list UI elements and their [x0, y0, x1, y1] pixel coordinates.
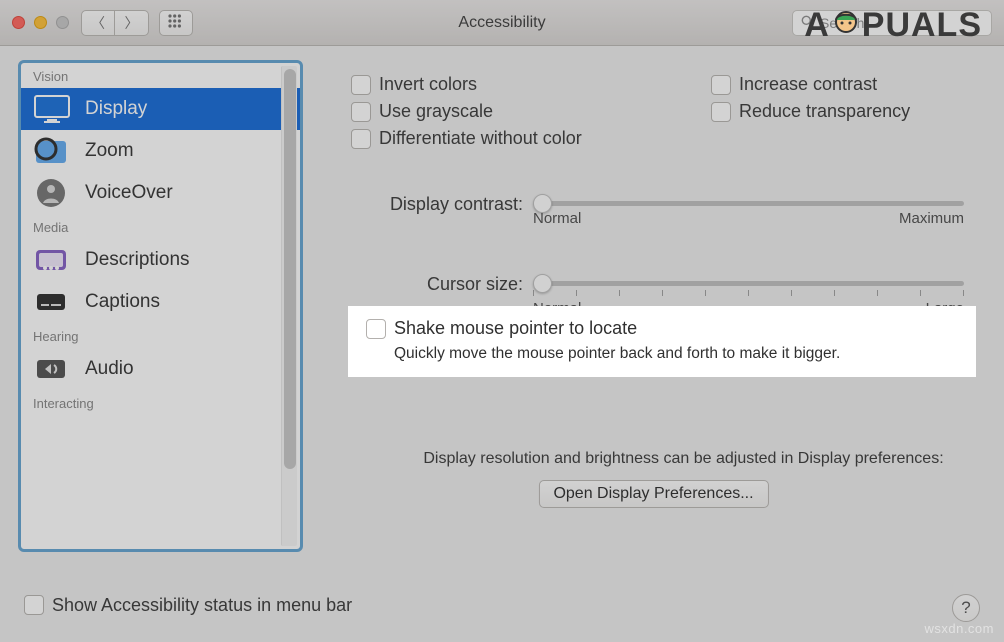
checkbox-increase-contrast[interactable]: Increase contrast [711, 74, 910, 95]
show-all-button[interactable] [159, 10, 193, 36]
slider-track[interactable] [533, 281, 964, 286]
question-icon: ? [961, 598, 970, 618]
descriptions-icon [33, 244, 71, 276]
window-controls [12, 16, 69, 29]
shake-pointer-help: Quickly move the mouse pointer back and … [366, 345, 956, 363]
open-display-preferences-button[interactable]: Open Display Preferences... [538, 480, 768, 508]
checkbox-label: Reduce transparency [739, 101, 910, 122]
search-placeholder: Search [820, 15, 864, 31]
help-button[interactable]: ? [952, 594, 980, 622]
checkbox-label: Invert colors [379, 74, 477, 95]
zoom-window-button[interactable] [56, 16, 69, 29]
sidebar-item-descriptions[interactable]: Descriptions [21, 239, 300, 281]
nav-buttons: 〈 〉 [81, 10, 149, 36]
checkbox-status-menubar[interactable]: Show Accessibility status in menu bar [24, 595, 352, 616]
sidebar-item-voiceover[interactable]: VoiceOver [21, 172, 300, 214]
slider-max-label: Maximum [899, 210, 964, 227]
checkbox-icon [24, 595, 44, 615]
chevron-right-icon: 〉 [125, 13, 139, 33]
back-button[interactable]: 〈 [81, 10, 115, 36]
slider-track[interactable] [533, 201, 964, 206]
sidebar-item-audio[interactable]: Audio [21, 348, 300, 390]
voiceover-icon [33, 177, 71, 209]
checkbox-use-grayscale[interactable]: Use grayscale [351, 101, 582, 122]
slider-label: Display contrast: [363, 192, 533, 215]
slider-knob[interactable] [533, 274, 552, 293]
sidebar-scrollbar-thumb[interactable] [284, 69, 296, 469]
checkbox-label: Increase contrast [739, 74, 877, 95]
forward-button[interactable]: 〉 [115, 10, 149, 36]
checkbox-shake-pointer[interactable]: Shake mouse pointer to locate [366, 318, 956, 339]
display-icon [33, 93, 71, 125]
sidebar-item-label: Zoom [85, 140, 134, 162]
slider-knob[interactable] [533, 194, 552, 213]
window-title: Accessibility [458, 14, 545, 32]
checkbox-icon [351, 129, 371, 149]
sidebar-item-label: Captions [85, 291, 160, 313]
sidebar-item-display[interactable]: Display [21, 88, 300, 130]
sidebar-item-label: Audio [85, 358, 134, 380]
sidebar-item-zoom[interactable]: Zoom [21, 130, 300, 172]
zoom-icon [33, 135, 71, 167]
sidebar-item-label: Descriptions [85, 249, 190, 271]
sidebar-category-hearing: Hearing [21, 323, 300, 348]
minimize-window-button[interactable] [34, 16, 47, 29]
checkbox-invert-colors[interactable]: Invert colors [351, 74, 582, 95]
site-watermark: wsxdn.com [924, 621, 994, 636]
checkbox-differentiate-color[interactable]: Differentiate without color [351, 128, 582, 149]
chevron-left-icon: 〈 [91, 13, 105, 33]
captions-icon [33, 286, 71, 318]
checkbox-reduce-transparency[interactable]: Reduce transparency [711, 101, 910, 122]
shake-pointer-section: Shake mouse pointer to locate Quickly mo… [348, 306, 976, 377]
window-footer: Show Accessibility status in menu bar ? [24, 594, 980, 622]
checkbox-label: Use grayscale [379, 101, 493, 122]
checkbox-icon [711, 75, 731, 95]
sidebar-category-media: Media [21, 214, 300, 239]
sidebar-category-interacting: Interacting [21, 390, 300, 415]
search-field[interactable]: Search [792, 10, 992, 36]
sidebar-item-label: VoiceOver [85, 182, 173, 204]
checkbox-icon [711, 102, 731, 122]
audio-icon [33, 353, 71, 385]
search-icon [801, 15, 814, 31]
display-resolution-note: Display resolution and brightness can be… [423, 450, 944, 468]
checkbox-icon [366, 319, 386, 339]
slider-label: Cursor size: [363, 272, 533, 295]
sidebar-container: Vision Display Zoom [0, 46, 303, 642]
slider-display-contrast: Display contrast: Normal Maximum [363, 192, 964, 227]
close-window-button[interactable] [12, 16, 25, 29]
checkbox-icon [351, 102, 371, 122]
checkbox-label: Show Accessibility status in menu bar [52, 595, 352, 616]
sidebar-category-vision: Vision [21, 63, 300, 88]
checkbox-label: Shake mouse pointer to locate [394, 318, 637, 339]
category-sidebar: Vision Display Zoom [18, 60, 303, 552]
checkbox-label: Differentiate without color [379, 128, 582, 149]
window-titlebar: 〈 〉 Accessibility Search [0, 0, 1004, 46]
checkbox-icon [351, 75, 371, 95]
sidebar-item-captions[interactable]: Captions [21, 281, 300, 323]
grid-icon [168, 14, 184, 32]
sidebar-scrollbar[interactable] [281, 66, 297, 546]
sidebar-item-label: Display [85, 98, 147, 120]
